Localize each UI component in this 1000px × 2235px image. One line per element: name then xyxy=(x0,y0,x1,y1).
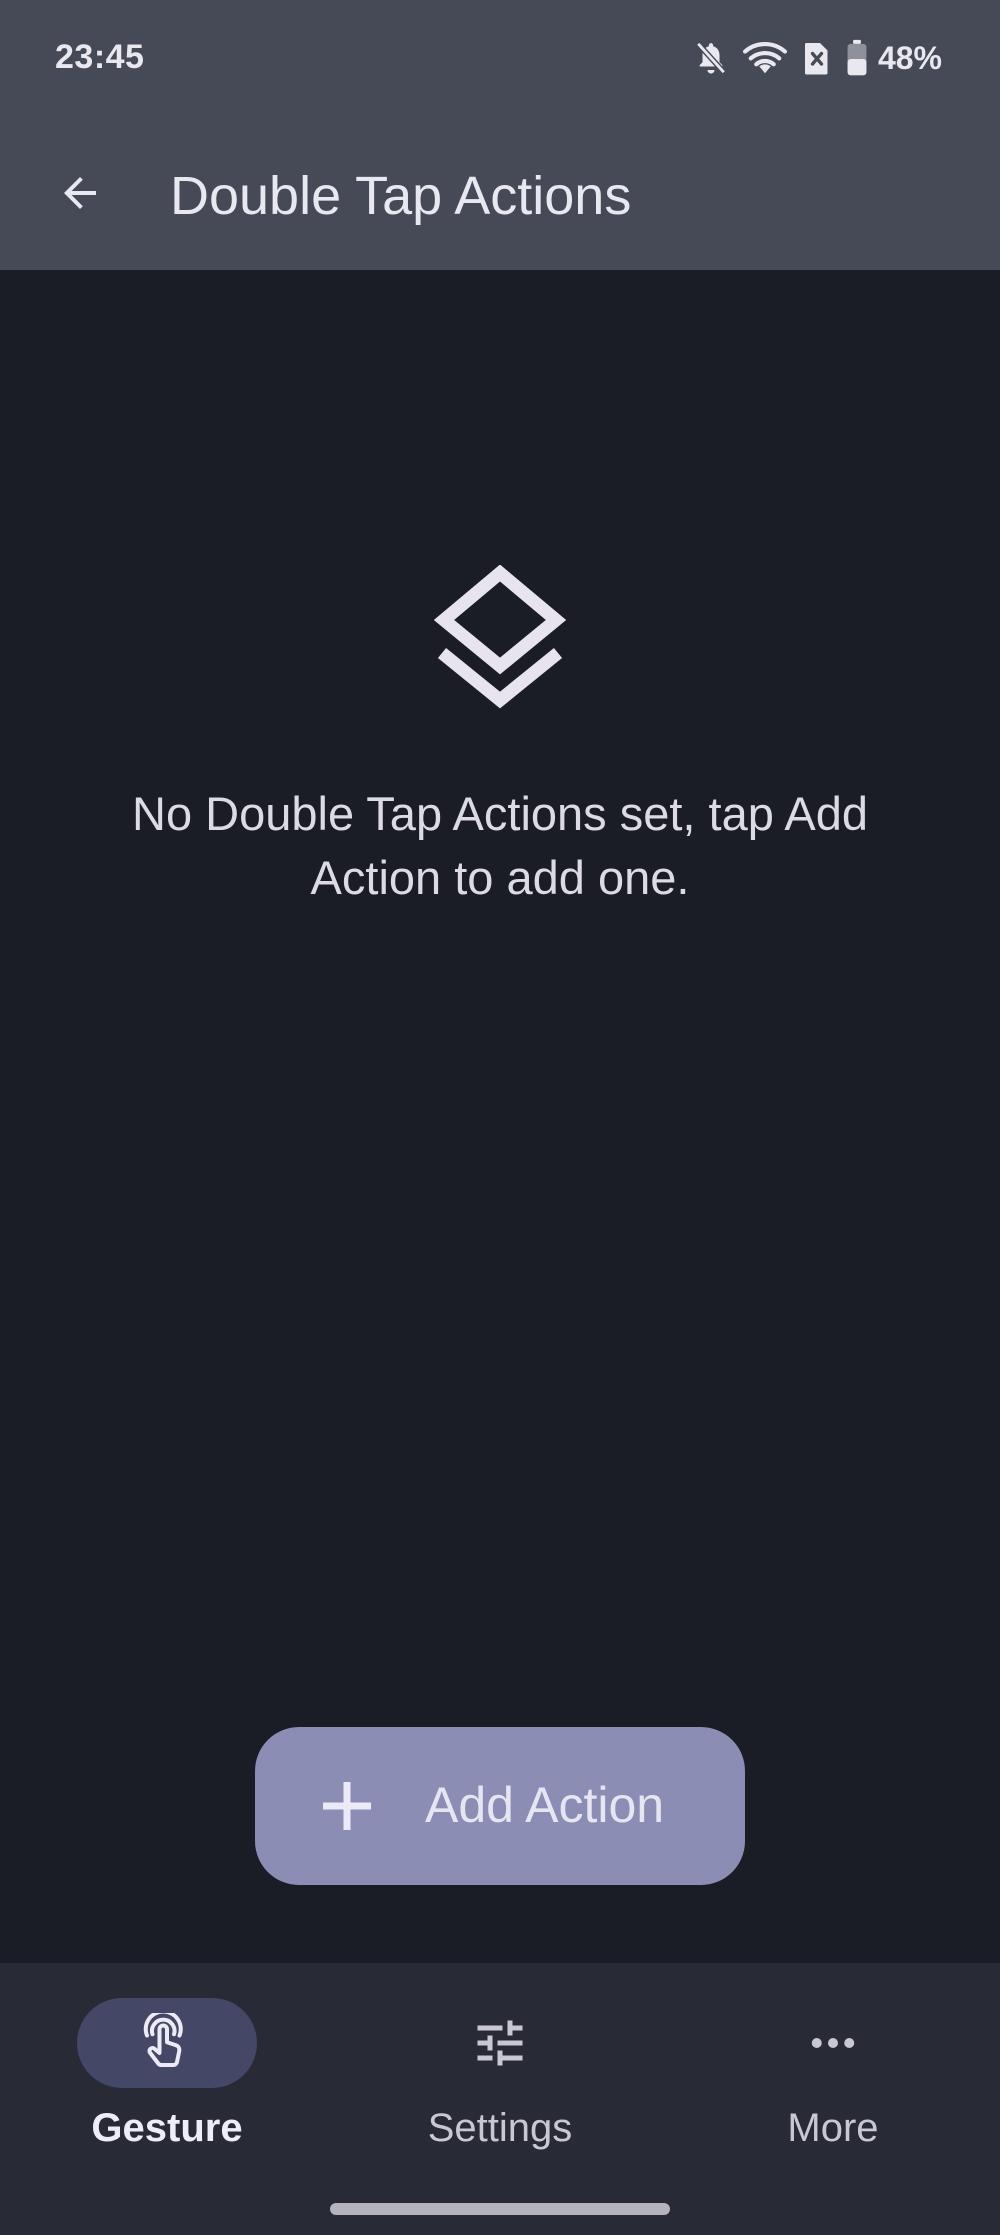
status-bar: 23:45 48% xyxy=(0,0,1000,120)
nav-label-more: More xyxy=(787,2106,879,2150)
plus-icon xyxy=(317,1776,377,1836)
back-button[interactable] xyxy=(40,155,120,235)
no-sim-icon xyxy=(802,40,832,76)
add-action-label: Add Action xyxy=(425,1777,665,1833)
wifi-icon xyxy=(742,39,788,77)
touch-icon xyxy=(137,2009,197,2073)
tune-icon xyxy=(470,2013,530,2073)
top-app-bar: Double Tap Actions xyxy=(0,120,1000,270)
nav-label-settings: Settings xyxy=(427,2106,573,2150)
battery-percent: 48% xyxy=(877,39,942,76)
empty-state-message: No Double Tap Actions set, tap Add Actio… xyxy=(132,787,868,904)
nav-item-more[interactable]: More xyxy=(666,1963,1000,2183)
status-icons: 48% xyxy=(694,36,942,80)
home-indicator[interactable] xyxy=(330,2203,670,2215)
nav-item-settings[interactable]: Settings xyxy=(333,1963,667,2183)
bottom-navigation: Gesture Settings More xyxy=(0,1963,1000,2235)
more-horiz-icon xyxy=(803,2013,863,2073)
notifications-off-icon xyxy=(694,39,728,77)
nav-label-gesture: Gesture xyxy=(91,2106,243,2150)
page-title: Double Tap Actions xyxy=(170,166,632,226)
nav-item-gesture[interactable]: Gesture xyxy=(0,1963,334,2183)
add-action-button[interactable]: Add Action xyxy=(255,1727,745,1885)
arrow-back-icon xyxy=(56,169,104,222)
battery-icon xyxy=(846,39,868,77)
layers-icon xyxy=(430,564,570,710)
status-time: 23:45 xyxy=(55,38,145,76)
